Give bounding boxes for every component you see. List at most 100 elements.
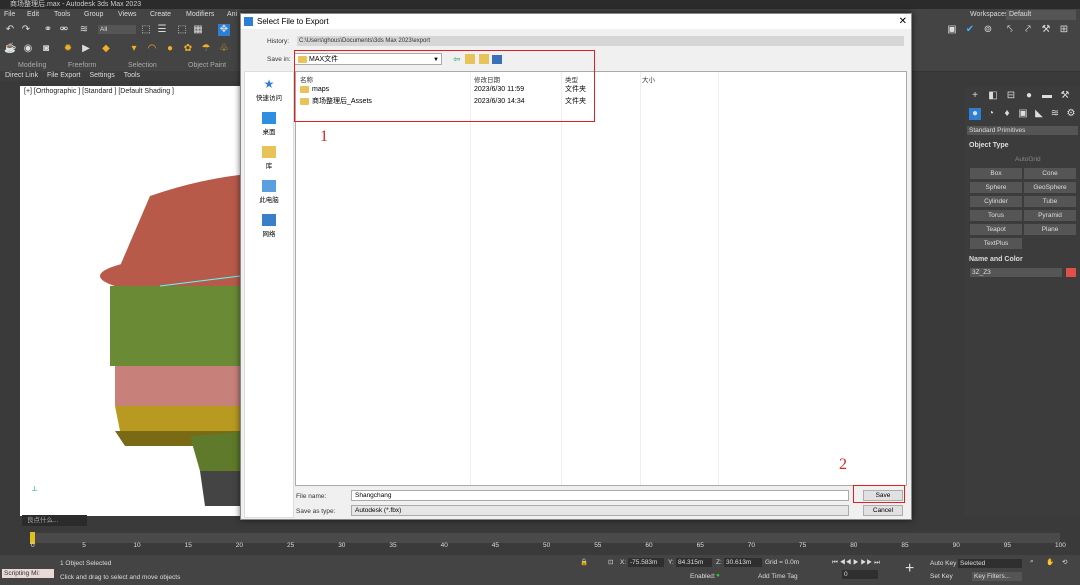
tab-object-paint[interactable]: Object Paint bbox=[188, 62, 226, 69]
undo-icon[interactable]: ↶ bbox=[4, 24, 16, 36]
place-this-pc[interactable]: 此电脑 bbox=[245, 180, 293, 204]
close-icon[interactable]: ✕ bbox=[899, 14, 907, 29]
viewport-label[interactable]: [+] [Orthographic ] [Standard ] [Default… bbox=[24, 88, 174, 95]
redo-icon[interactable]: ↷ bbox=[20, 24, 32, 36]
menu-group[interactable]: Group bbox=[84, 9, 103, 21]
transform-mode-icon[interactable]: ⊡ bbox=[608, 558, 613, 566]
name-color-header[interactable]: Name and Color bbox=[969, 256, 1023, 263]
dome-icon[interactable]: ◠ bbox=[146, 43, 158, 55]
sphere-button[interactable]: Sphere bbox=[970, 182, 1022, 193]
x-coordinate[interactable]: -75.583m bbox=[628, 558, 664, 567]
bone-icon[interactable]: ⤤ bbox=[1022, 24, 1034, 36]
ribbon-direct-link[interactable]: Direct Link bbox=[5, 72, 38, 79]
hierarchy-tab-icon[interactable]: ⊟ bbox=[1005, 90, 1017, 102]
menu-tools[interactable]: Tools bbox=[54, 9, 70, 21]
bend-icon[interactable]: ⤣ bbox=[1004, 24, 1016, 36]
torus-button[interactable]: Torus bbox=[970, 210, 1022, 221]
search-box[interactable]: 良点什么... bbox=[22, 515, 87, 526]
window-crossing-icon[interactable]: ▦ bbox=[192, 24, 204, 36]
menu-edit[interactable]: Edit bbox=[27, 9, 39, 21]
motion-tab-icon[interactable]: ● bbox=[1023, 90, 1035, 102]
object-type-header[interactable]: Object Type bbox=[969, 142, 1009, 149]
lights-panel-icon[interactable]: ♦ bbox=[1001, 108, 1013, 120]
playback-controls[interactable]: ⏮ ◀◀ ▶ ▶▶ ⏭ bbox=[832, 559, 880, 567]
camera-icon[interactable]: ◙ bbox=[40, 43, 52, 55]
lamp-icon[interactable]: ♧ bbox=[218, 43, 230, 55]
ribbon-tools[interactable]: Tools bbox=[124, 72, 140, 79]
primitive-type-select[interactable]: Standard Primitives bbox=[967, 126, 1078, 135]
tab-freeform[interactable]: Freeform bbox=[68, 62, 96, 69]
place-library[interactable]: 库 bbox=[245, 146, 293, 170]
cone-button[interactable]: Cone bbox=[1024, 168, 1076, 179]
place-network[interactable]: 网络 bbox=[245, 214, 293, 238]
teapot-icon[interactable]: ☕ bbox=[4, 43, 16, 55]
menu-animation[interactable]: Ani bbox=[227, 9, 237, 21]
object-color-swatch[interactable] bbox=[1066, 268, 1076, 277]
check-icon[interactable]: ✔ bbox=[964, 24, 976, 36]
place-desktop[interactable]: 桌面 bbox=[245, 112, 293, 136]
textplus-button[interactable]: TextPlus bbox=[970, 238, 1022, 249]
menu-file[interactable]: File bbox=[4, 9, 15, 21]
umbrella-icon[interactable]: ☂ bbox=[200, 43, 212, 55]
ribbon-file-export[interactable]: File Export bbox=[47, 72, 80, 79]
selection-filter-select[interactable]: All bbox=[98, 25, 136, 34]
box-button[interactable]: Box bbox=[970, 168, 1022, 179]
key-filters-button[interactable]: Key Filters... bbox=[972, 572, 1022, 581]
display-tab-icon[interactable]: ▬ bbox=[1041, 90, 1053, 102]
link-icon[interactable]: ⚭ bbox=[42, 24, 54, 36]
y-coordinate[interactable]: 84.315m bbox=[676, 558, 712, 567]
teapot-button[interactable]: Teapot bbox=[970, 224, 1022, 235]
cancel-button[interactable]: Cancel bbox=[863, 505, 903, 516]
geometry-icon[interactable]: ● bbox=[969, 108, 981, 120]
place-quick-access[interactable]: ★ 快速访问 bbox=[245, 78, 293, 102]
add-time-tag[interactable]: Add Time Tag bbox=[758, 573, 798, 580]
plugin-icon[interactable]: ⊚ bbox=[982, 24, 994, 36]
file-list[interactable]: 名称 修改日期 类型 大小 maps 2023/6/30 11:59 文件夹 商… bbox=[295, 71, 907, 486]
save-as-type-select[interactable]: Autodesk (*.fbx) bbox=[351, 505, 849, 516]
maxscript-listener[interactable]: Scripting Mi: bbox=[2, 569, 54, 578]
tool-icon[interactable]: ⚒ bbox=[1040, 24, 1052, 36]
file-name-input[interactable]: Shangchang bbox=[351, 490, 849, 501]
current-frame-input[interactable]: 0 bbox=[842, 570, 878, 579]
column-size[interactable]: 大小 bbox=[642, 74, 655, 84]
cap-icon[interactable]: ▾ bbox=[128, 43, 140, 55]
spacewarps-icon[interactable]: ≋ bbox=[1049, 108, 1061, 120]
add-key-icon[interactable]: + bbox=[905, 560, 914, 578]
select-by-name-icon[interactable]: ☰ bbox=[156, 24, 168, 36]
workspaces-select[interactable]: Default bbox=[1006, 10, 1076, 20]
cameras-icon[interactable]: ▣ bbox=[1017, 108, 1029, 120]
gear-icon[interactable]: ✿ bbox=[182, 43, 194, 55]
geosphere-button[interactable]: GeoSphere bbox=[1024, 182, 1076, 193]
modify-tab-icon[interactable]: ◧ bbox=[987, 90, 999, 102]
orbit-icon[interactable]: ⟲ bbox=[1062, 558, 1067, 566]
helpers-panel-icon[interactable]: ◣ bbox=[1033, 108, 1045, 120]
systems-icon[interactable]: ⚙ bbox=[1065, 108, 1077, 120]
tube-button[interactable]: Tube bbox=[1024, 196, 1076, 207]
select-object-icon[interactable]: ⬚ bbox=[140, 24, 152, 36]
create-tab-icon[interactable]: + bbox=[969, 90, 981, 102]
zoom-icon[interactable]: ⌕ bbox=[1030, 558, 1034, 566]
utilities-tab-icon[interactable]: ⚒ bbox=[1059, 90, 1071, 102]
cylinder-button[interactable]: Cylinder bbox=[970, 196, 1022, 207]
autogrid-checkbox[interactable]: AutoGrid bbox=[1015, 156, 1041, 163]
shapes-icon[interactable]: ◔ bbox=[985, 108, 997, 120]
menu-create[interactable]: Create bbox=[150, 9, 171, 21]
menu-views[interactable]: Views bbox=[118, 9, 137, 21]
bind-space-warp-icon[interactable]: ≋ bbox=[78, 24, 90, 36]
plane-button[interactable]: Plane bbox=[1024, 224, 1076, 235]
object-name-input[interactable]: 3Z_Z3 bbox=[970, 268, 1062, 277]
rectangular-selection-icon[interactable]: ⬚ bbox=[176, 24, 188, 36]
video-icon[interactable]: ▶ bbox=[80, 43, 92, 55]
tab-modeling[interactable]: Modeling bbox=[18, 62, 46, 69]
render-icon[interactable]: ◉ bbox=[22, 43, 34, 55]
save-scene-icon[interactable]: ▣ bbox=[946, 24, 958, 36]
pan-icon[interactable]: ✋ bbox=[1046, 558, 1054, 566]
helpers-icon[interactable]: ◆ bbox=[100, 43, 112, 55]
unlink-icon[interactable]: ⚮ bbox=[58, 24, 70, 36]
enabled-indicator-icon[interactable]: ● bbox=[716, 572, 720, 579]
history-select[interactable]: C:\Users\ghous\Documents\3ds Max 2023\ex… bbox=[297, 36, 904, 46]
selected-set-select[interactable]: Selected bbox=[958, 559, 1022, 568]
auto-key-button[interactable]: Auto Key bbox=[930, 560, 956, 567]
z-coordinate[interactable]: 30.613m bbox=[724, 558, 762, 567]
tab-selection[interactable]: Selection bbox=[128, 62, 157, 69]
